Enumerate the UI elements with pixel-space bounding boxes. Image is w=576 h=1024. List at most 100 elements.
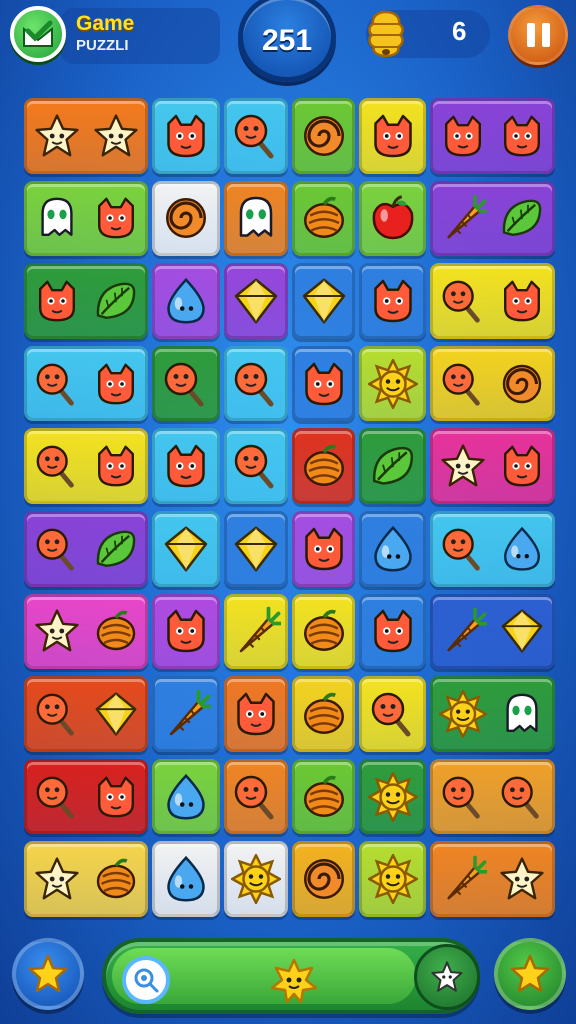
apple-icon [372,195,413,240]
board-tile[interactable] [152,841,220,917]
board-tile[interactable] [24,180,148,257]
board-tile[interactable] [430,428,555,504]
board-tile[interactable] [359,676,426,752]
fruit-icon [96,858,135,899]
fruit-icon [303,444,344,487]
board-tile[interactable] [359,345,426,422]
board-tile[interactable] [292,758,355,835]
board-tile[interactable] [430,593,555,670]
board-tile[interactable] [359,98,426,174]
board-tile[interactable] [152,98,220,174]
board-tile[interactable] [224,345,288,422]
cat-icon [237,692,275,736]
board-tile[interactable] [24,345,148,422]
board-tile[interactable] [430,98,555,174]
board-tile[interactable] [430,758,555,835]
drop-icon [167,856,205,902]
board-tile[interactable] [24,593,148,670]
board-tile[interactable] [292,180,355,257]
lollipop-icon [234,444,274,489]
board-tile[interactable] [152,593,220,670]
board-tile[interactable] [24,676,148,752]
board-tile[interactable] [292,98,355,174]
cat-icon [304,527,343,571]
board-tile[interactable] [224,841,288,917]
board-tile[interactable] [292,676,355,752]
swirl-icon [303,115,344,156]
board-tile[interactable] [24,263,148,339]
board-tile[interactable] [359,511,426,587]
left-star-button[interactable] [12,938,84,1010]
star-icon [441,444,485,487]
ghost-icon [40,197,73,237]
board-tile[interactable] [224,593,288,670]
board-tile[interactable] [292,593,355,670]
board-tile[interactable] [430,180,555,257]
board-tile[interactable] [152,428,220,504]
cat-icon [38,280,75,322]
right-star-button[interactable] [494,938,566,1010]
board-tile[interactable] [24,428,148,504]
board-tile[interactable] [152,758,220,835]
board-tile[interactable] [359,593,426,670]
fruit-icon [303,692,344,734]
lollipop-icon [442,363,480,406]
board-tile[interactable] [359,263,426,339]
board-tile[interactable] [24,511,148,587]
leaf-icon [372,447,413,485]
fruit-icon [303,197,344,239]
progress-end-marker[interactable] [414,944,480,1010]
star-icon [500,857,544,900]
board-tile[interactable] [359,758,426,835]
ghost-icon [239,197,273,238]
board-tile[interactable] [24,841,148,917]
leaf-icon [96,282,135,319]
star-icon [34,857,79,900]
board-tile[interactable] [430,511,555,587]
board-tile[interactable] [292,511,355,587]
lollipop-icon [501,776,540,819]
board-tile[interactable] [152,676,220,752]
star-icon [431,961,463,992]
board-tile[interactable] [224,676,288,752]
cat-icon [167,444,205,488]
board-tile[interactable] [359,180,426,257]
board-tile[interactable] [430,841,555,917]
board-tile[interactable] [152,511,220,587]
board-tile[interactable] [292,345,355,422]
board-tile[interactable] [24,98,148,174]
board-tile[interactable] [224,758,288,835]
board-tile[interactable] [359,428,426,504]
board-tile[interactable] [224,428,288,504]
board-tile[interactable] [430,676,555,752]
board-tile[interactable] [152,180,220,257]
board-tile[interactable] [292,428,355,504]
sun-icon [231,854,281,905]
carrot-icon [447,855,487,900]
board-tile[interactable] [359,841,426,917]
board-tile[interactable] [224,180,288,257]
lollipop-icon [442,280,480,323]
board-tile[interactable] [224,511,288,587]
board-tile[interactable] [430,345,555,422]
carrot-icon [239,607,281,653]
bottom-bar [0,930,576,1024]
board-tile[interactable] [430,263,555,339]
board-tile[interactable] [24,758,148,835]
gem-icon [95,692,136,736]
lollipop-icon [134,968,159,993]
board-tile[interactable] [224,98,288,174]
swirl-icon [166,198,206,239]
star-icon [34,609,79,652]
board-tile[interactable] [152,263,220,339]
ghost-icon [506,693,538,732]
fruit-icon [303,610,344,652]
board-tile[interactable] [292,841,355,917]
lollipop-icon [442,528,480,571]
lollipop-icon [234,775,274,820]
fruit-icon [303,775,344,817]
gem-icon [234,278,278,324]
board-tile[interactable] [224,263,288,339]
board-tile[interactable] [152,345,220,422]
board-tile[interactable] [292,263,355,339]
